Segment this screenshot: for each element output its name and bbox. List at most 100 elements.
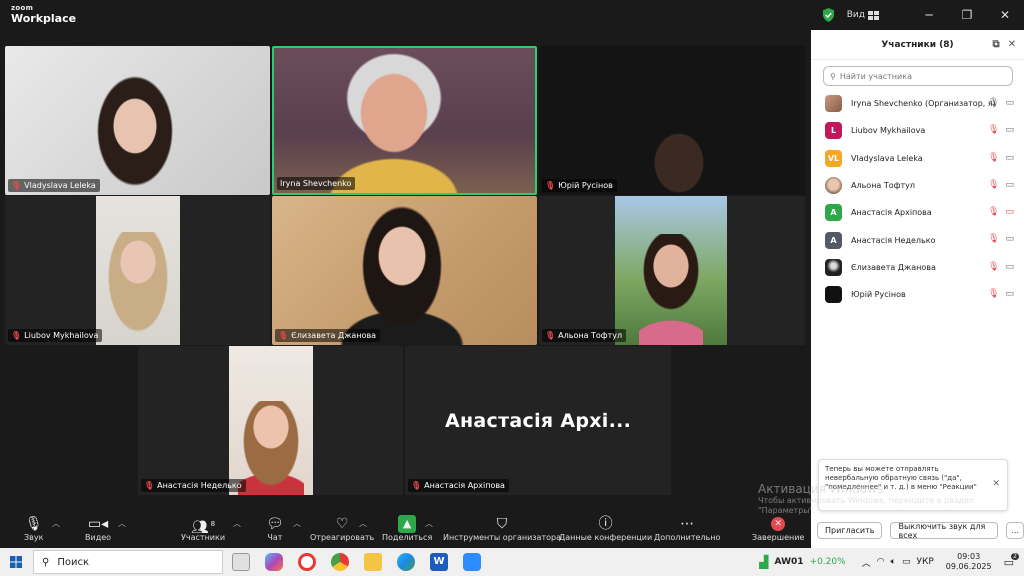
video-tile[interactable]: 🎙︎ Альона Тофтул — [539, 196, 805, 345]
muted-mic-icon[interactable]: 🎙︎ — [988, 234, 999, 244]
windows-start-icon[interactable] — [10, 556, 22, 568]
tile-name: Iryna Shevchenko — [280, 179, 352, 188]
edge-icon[interactable] — [397, 553, 415, 571]
tile-name-tag: 🎙︎ Анастасія Архіпова — [408, 479, 509, 492]
tile-name: Liubov Mykhailova — [24, 331, 99, 340]
react-label: Отреагировать — [310, 533, 375, 542]
camera-icon[interactable]: ▭ — [1005, 289, 1014, 299]
opera-icon[interactable] — [298, 553, 316, 571]
microphone-icon[interactable]: 🎙︎ — [988, 98, 999, 108]
camera-icon[interactable]: ▭ — [1005, 98, 1014, 108]
taskbar-search-label: Поиск — [57, 556, 90, 568]
avatar: A — [825, 231, 842, 249]
invite-button[interactable]: Пригласить — [817, 522, 883, 539]
tile-name: Юрій Русінов — [558, 181, 613, 190]
participant-video — [649, 131, 709, 195]
participant-row[interactable]: Iryna Shevchenko (Организатор, я) 🎙︎ ▭ — [811, 90, 1024, 117]
camera-icon[interactable]: ▭ — [1005, 125, 1014, 135]
participant-name: Iryna Shevchenko (Организатор, я) — [851, 99, 996, 109]
tile-name: Альона Тофтул — [558, 331, 623, 340]
participants-button[interactable]: 👥︎ 8 Участники — [181, 515, 225, 542]
meeting-info-button[interactable]: ⓘ Данные конференции — [559, 515, 652, 542]
video-tile[interactable]: 🎙︎ Єлизавета Джанова — [272, 196, 537, 345]
close-icon[interactable]: ✕ — [1008, 39, 1016, 50]
close-window-button[interactable]: ✕ — [986, 0, 1024, 30]
tile-big-name: Анастасія Архі... — [445, 410, 632, 432]
search-icon: ⚲ — [42, 556, 50, 568]
more-dots-icon: ⋯ — [680, 516, 695, 532]
video-tile-no-video[interactable]: Анастасія Архі... 🎙︎ Анастасія Архіпова — [405, 346, 671, 495]
participant-row[interactable]: Альона Тофтул 🎙︎ ▭ — [811, 172, 1024, 199]
audio-button[interactable]: 🎙︎ Звук — [24, 515, 43, 542]
share-options-chevron-icon[interactable]: ︿ — [425, 518, 433, 529]
word-icon[interactable]: W — [430, 553, 448, 571]
participant-row[interactable]: L Liubov Mykhailova 🎙︎ ▭ — [811, 117, 1024, 144]
participant-row[interactable]: Юрій Русінов 🎙︎ ▭ — [811, 281, 1024, 308]
video-tile[interactable]: 🎙︎ Анастасія Неделько — [138, 346, 403, 495]
language-indicator[interactable]: УКР — [916, 557, 933, 567]
participant-search-input[interactable]: ⚲ Найти участника — [823, 66, 1013, 86]
participant-row[interactable]: VL Vladyslava Leleka 🎙︎ ▭ — [811, 145, 1024, 172]
restore-button[interactable]: ❐ — [948, 0, 986, 30]
muted-mic-icon[interactable]: 🎙︎ — [988, 125, 999, 135]
react-options-chevron-icon[interactable]: ︿ — [359, 518, 367, 529]
copilot-icon[interactable] — [265, 553, 283, 571]
camera-icon[interactable]: ▭ — [1005, 262, 1014, 272]
camera-icon[interactable]: ▭ — [1005, 234, 1014, 244]
muted-mic-icon[interactable]: 🎙︎ — [988, 153, 999, 163]
chat-options-chevron-icon[interactable]: ︿ — [293, 518, 301, 529]
file-explorer-icon[interactable] — [364, 553, 382, 571]
reactions-toast: Теперь вы можете отправлять невербальную… — [818, 459, 1008, 511]
audio-options-chevron-icon[interactable]: ︿ — [52, 518, 60, 529]
muted-mic-icon: 🎙︎ — [278, 331, 289, 340]
chrome-icon[interactable] — [331, 553, 349, 571]
close-icon[interactable]: ✕ — [992, 479, 1000, 491]
video-tile[interactable]: 🎙︎ Vladyslava Leleka — [5, 46, 270, 195]
notifications-icon[interactable]: ▭ 2 — [1004, 552, 1019, 569]
chat-button[interactable]: 💬︎ Чат — [266, 515, 284, 542]
network-icon[interactable]: ◠ — [877, 557, 885, 567]
tile-name: Анастасія Архіпова — [424, 481, 505, 490]
mute-all-button[interactable]: Выключить звук для всех — [890, 522, 999, 540]
avatar: L — [825, 122, 842, 140]
speaker-icon[interactable]: 🔈︎ — [891, 557, 896, 567]
muted-mic-icon: 🎙︎ — [411, 481, 422, 490]
minimize-button[interactable]: ─ — [910, 0, 948, 30]
end-meeting-button[interactable]: ✕ Завершение — [752, 515, 804, 542]
toast-text: Теперь вы можете отправлять невербальную… — [825, 465, 977, 492]
camera-off-icon[interactable]: ▭ — [1005, 207, 1014, 217]
popout-icon[interactable]: ⧉ — [992, 39, 999, 50]
zoom-taskbar-icon[interactable] — [463, 553, 481, 571]
taskbar-search[interactable]: ⚲ Поиск — [33, 550, 223, 574]
clock[interactable]: 09:03 09.06.2025 — [946, 552, 992, 572]
task-view-icon[interactable] — [232, 553, 250, 571]
camera-icon[interactable]: ▭ — [1005, 180, 1014, 190]
video-tile[interactable]: 🎙︎ Liubov Mykhailova — [5, 196, 270, 345]
tray-chevron-icon[interactable]: ︿ — [862, 556, 871, 569]
view-button[interactable]: Вид — [847, 10, 880, 20]
security-shield-icon[interactable] — [822, 8, 835, 22]
participant-row[interactable]: A Анастасія Архіпова 🎙︎ ▭ — [811, 199, 1024, 226]
panel-header: Участники (8) ⧉ ✕ — [811, 30, 1024, 60]
camera-icon[interactable]: ▭ — [1005, 153, 1014, 163]
video-tile[interactable]: 🎙︎ Юрій Русінов — [539, 46, 805, 195]
more-button[interactable]: ⋯ Дополнительно — [654, 515, 720, 542]
participants-options-chevron-icon[interactable]: ︿ — [233, 518, 241, 529]
participants-panel: Участники (8) ⧉ ✕ ⚲ Найти участника Iryna… — [811, 30, 1024, 548]
more-options-button[interactable]: ... — [1006, 522, 1024, 539]
muted-mic-icon[interactable]: 🎙︎ — [988, 262, 999, 272]
video-options-chevron-icon[interactable]: ︿ — [118, 518, 126, 529]
avatar — [825, 258, 842, 276]
share-label: Поделиться — [382, 533, 433, 542]
video-tile-active-speaker[interactable]: Iryna Shevchenko — [272, 46, 537, 195]
participant-name: Анастасія Архіпова — [851, 208, 932, 218]
video-button[interactable]: ▭◂ Видео — [85, 515, 111, 542]
participant-row[interactable]: Єлизавета Джанова 🎙︎ ▭ — [811, 254, 1024, 281]
battery-icon[interactable]: ▭ — [902, 557, 911, 567]
muted-mic-icon[interactable]: 🎙︎ — [988, 180, 999, 190]
host-tools-button[interactable]: ⛉ Инструменты организатора — [443, 515, 561, 542]
stock-ticker[interactable]: AW01 — [775, 557, 804, 567]
muted-mic-icon[interactable]: 🎙︎ — [988, 289, 999, 299]
participant-row[interactable]: A Анастасія Неделько 🎙︎ ▭ — [811, 226, 1024, 253]
muted-mic-icon[interactable]: 🎙︎ — [988, 207, 999, 217]
